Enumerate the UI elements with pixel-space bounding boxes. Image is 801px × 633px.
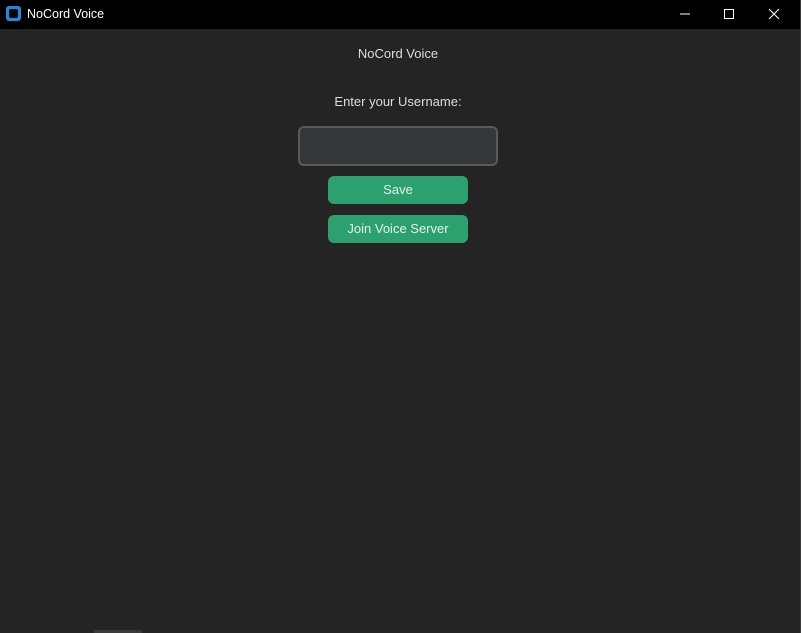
minimize-button[interactable] [662,0,708,29]
close-button[interactable] [751,0,797,29]
maximize-button[interactable] [706,0,752,29]
minimize-icon [680,13,690,15]
username-label: Enter your Username: [334,94,462,109]
join-voice-server-button[interactable]: Join Voice Server [328,215,468,243]
close-icon [768,8,780,20]
maximize-icon [724,9,734,19]
app-icon [6,6,21,21]
app-window: NoCord Voice NoCord Voice Enter your Use… [0,0,801,633]
app-heading: NoCord Voice [357,46,439,61]
title-bar[interactable]: NoCord Voice [0,0,800,29]
username-input[interactable] [298,126,498,166]
window-title: NoCord Voice [27,7,105,21]
save-button[interactable]: Save [328,176,468,204]
main-content: NoCord Voice Enter your Username: Save J… [0,29,800,633]
